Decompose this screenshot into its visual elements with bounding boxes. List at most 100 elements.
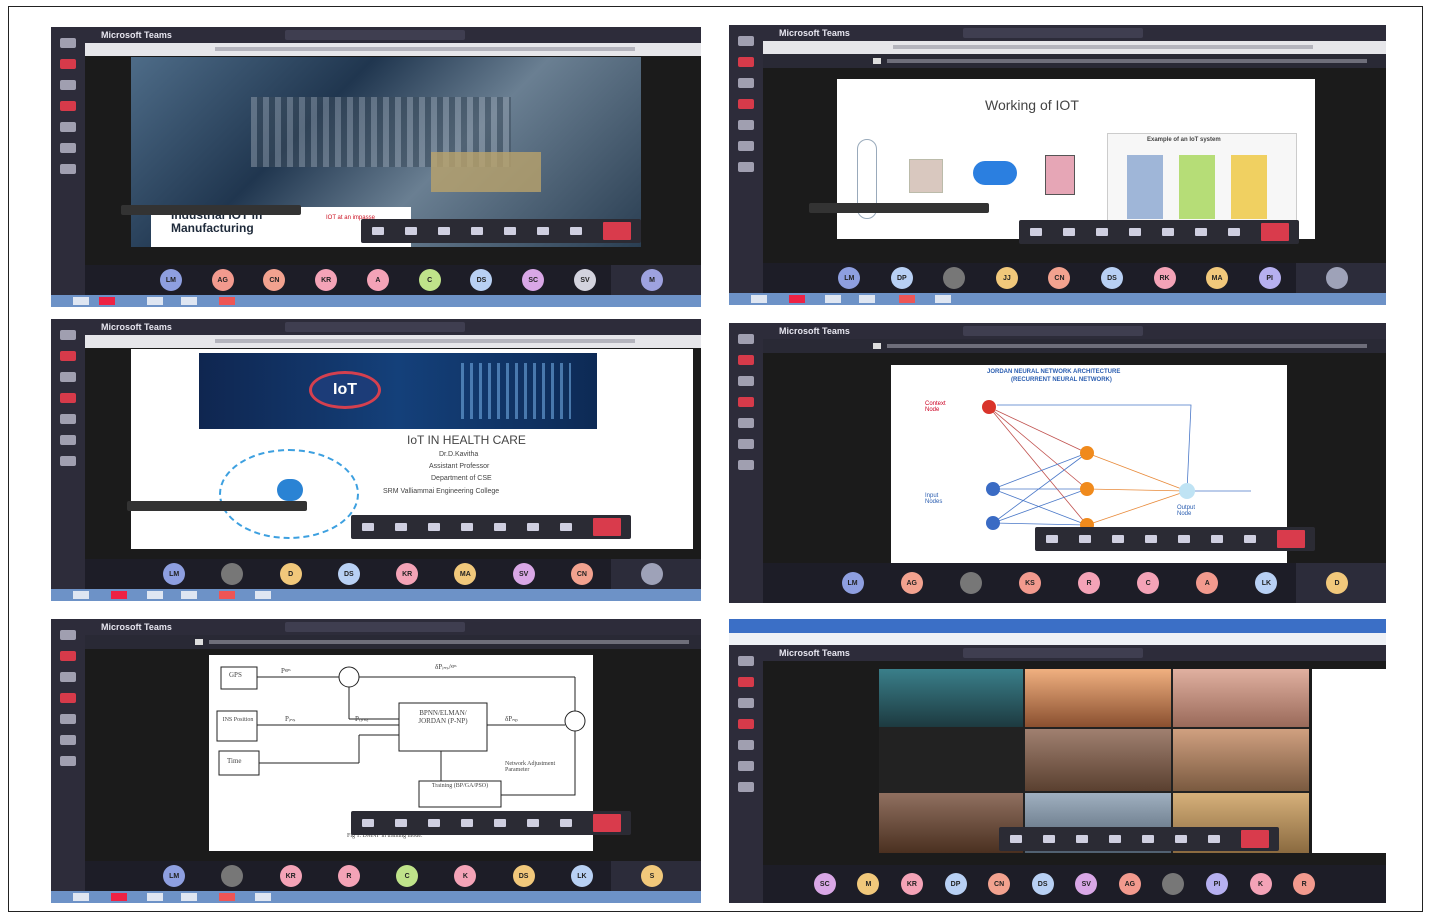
search-input[interactable] <box>285 30 465 40</box>
participant-avatar[interactable]: RK <box>1153 267 1176 289</box>
participant-avatar[interactable]: SV <box>512 563 535 585</box>
participant-avatar[interactable]: SV <box>1075 873 1098 895</box>
app-rail[interactable] <box>51 619 85 903</box>
participant-avatar[interactable]: LM <box>838 267 861 289</box>
participant-avatar[interactable]: C <box>396 865 419 887</box>
app-rail[interactable] <box>51 319 85 601</box>
participant-avatar[interactable] <box>959 572 982 594</box>
search-input[interactable] <box>963 648 1143 658</box>
call-controls[interactable] <box>351 811 631 835</box>
participant-avatar[interactable]: DP <box>944 873 967 895</box>
address-bar[interactable] <box>729 633 1386 645</box>
participant-avatar[interactable] <box>221 865 244 887</box>
participant-avatar[interactable]: M <box>857 873 880 895</box>
participant-avatar[interactable]: CN <box>570 563 593 585</box>
participant-avatar[interactable]: LM <box>163 865 186 887</box>
title-bar: Microsoft Teams <box>85 619 701 635</box>
participant-avatar[interactable]: K <box>454 865 477 887</box>
time-block: Time <box>227 757 242 765</box>
participant-avatar[interactable]: LM <box>159 269 182 291</box>
slide-title: Working of IOT <box>985 97 1079 113</box>
participant-avatar[interactable]: MA <box>1206 267 1229 289</box>
self-view <box>611 559 701 589</box>
participant-avatar[interactable]: LM <box>163 563 186 585</box>
participant-avatar[interactable]: R <box>337 865 360 887</box>
participant-avatar[interactable]: K <box>1249 873 1272 895</box>
self-view: M <box>611 265 701 295</box>
participant-avatar[interactable]: LK <box>570 865 593 887</box>
call-controls[interactable] <box>361 219 641 243</box>
participant-avatar[interactable]: CN <box>988 873 1011 895</box>
participant-avatar[interactable]: AG <box>211 269 234 291</box>
teams-screenshot-6: Microsoft Teams SC M KR DP CN DS SV AG P… <box>729 619 1386 903</box>
participant-avatar[interactable]: PI <box>1258 267 1281 289</box>
participant-avatar[interactable]: CN <box>1048 267 1071 289</box>
participant-avatar[interactable]: KR <box>900 873 923 895</box>
participant-avatar[interactable]: SC <box>522 269 545 291</box>
participant-avatar[interactable]: AG <box>1118 873 1141 895</box>
participant-avatar[interactable]: A <box>1196 572 1219 594</box>
participant-avatar[interactable]: MA <box>454 563 477 585</box>
participant-avatar[interactable]: KR <box>396 563 419 585</box>
teams-screenshot-5: Microsoft Teams GPS INS Position Time BP… <box>51 619 701 903</box>
participant-avatar[interactable]: KS <box>1018 572 1041 594</box>
participant-avatar[interactable]: CN <box>263 269 286 291</box>
call-controls[interactable] <box>1019 220 1299 244</box>
app-rail[interactable] <box>729 645 763 903</box>
search-input[interactable] <box>285 322 465 332</box>
share-prompt[interactable] <box>809 203 989 213</box>
participant-avatar[interactable]: R <box>1293 873 1316 895</box>
presenter-name: Dr.D.Kavitha <box>439 451 479 458</box>
participant-avatar[interactable]: DS <box>337 563 360 585</box>
participant-avatar[interactable]: JJ <box>995 267 1018 289</box>
participant-avatar[interactable]: DS <box>470 269 493 291</box>
hidden-node <box>1080 446 1094 460</box>
hang-up-icon <box>1240 830 1269 848</box>
teams-screenshot-4: Microsoft Teams JORDAN NEURAL NETWORK AR… <box>729 323 1386 603</box>
participant-avatar[interactable]: D <box>279 563 302 585</box>
search-input[interactable] <box>963 326 1143 336</box>
participant-avatar[interactable]: DP <box>890 267 913 289</box>
participant-avatar[interactable]: SV <box>574 269 596 291</box>
participant-avatar[interactable]: A <box>366 269 389 291</box>
search-input[interactable] <box>285 622 465 632</box>
hidden-node <box>1080 482 1094 496</box>
participant-avatar[interactable]: KR <box>279 865 302 887</box>
participant-avatar[interactable]: AG <box>900 572 923 594</box>
call-controls[interactable] <box>1035 527 1315 551</box>
participant-avatar[interactable]: SC <box>813 873 836 895</box>
participant-avatar[interactable]: KR <box>315 269 338 291</box>
input-node <box>986 482 1000 496</box>
app-rail[interactable] <box>729 323 763 603</box>
os-taskbar <box>51 589 701 601</box>
browser-tabs[interactable] <box>729 619 1386 633</box>
search-input[interactable] <box>963 28 1143 38</box>
participant-avatar[interactable] <box>221 563 244 585</box>
participant-avatar[interactable]: C <box>1137 572 1160 594</box>
participant-avatar[interactable]: LM <box>841 572 864 594</box>
participant-avatar[interactable]: DS <box>512 865 535 887</box>
share-prompt[interactable] <box>121 205 301 215</box>
app-rail[interactable] <box>51 27 85 307</box>
dp-mid-label: δPₙₚ <box>505 715 518 723</box>
hang-up-icon <box>592 518 621 536</box>
call-controls[interactable] <box>999 827 1279 851</box>
participant-avatar[interactable]: PI <box>1205 873 1228 895</box>
title-bar: Microsoft Teams <box>763 323 1386 339</box>
call-controls[interactable] <box>351 515 631 539</box>
participant-avatar[interactable]: R <box>1078 572 1101 594</box>
participant-avatar[interactable]: C <box>418 269 441 291</box>
participant-avatar[interactable] <box>1162 873 1185 895</box>
participant-avatar[interactable]: LK <box>1255 572 1278 594</box>
app-rail[interactable] <box>729 25 763 305</box>
participant-avatar[interactable] <box>943 267 966 289</box>
app-title: Microsoft Teams <box>779 648 850 658</box>
figure-frame: Microsoft Teams Industrial IOT in Manufa… <box>8 6 1423 912</box>
shared-slide: Working of IOT Example of an IoT system <box>837 79 1315 239</box>
participants-panel[interactable] <box>1312 669 1386 853</box>
participant-avatar[interactable]: DS <box>1031 873 1054 895</box>
participant-avatar[interactable]: DS <box>1101 267 1123 289</box>
mic-icon <box>437 227 450 235</box>
share-prompt[interactable] <box>127 501 307 511</box>
video-grid <box>879 669 1309 853</box>
